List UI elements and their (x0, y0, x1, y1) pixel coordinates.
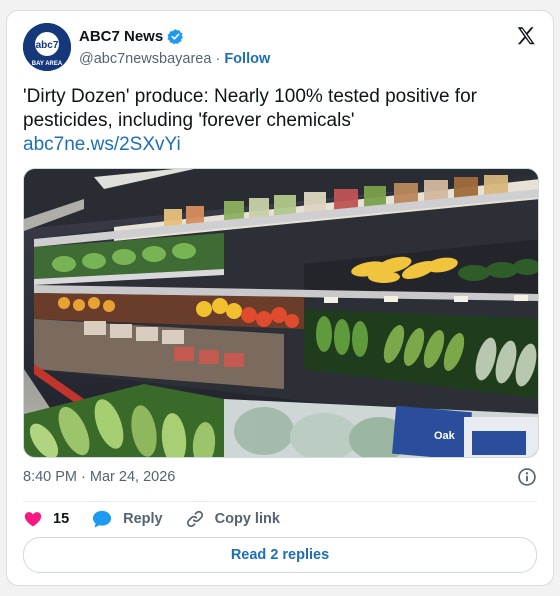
reply-button[interactable]: Reply (91, 509, 163, 529)
produce-aisle-photo: Oak (24, 169, 538, 457)
account-name-row: ABC7 News (79, 28, 184, 45)
avatar-logo-text: abc7 (36, 40, 59, 51)
like-count: 15 (53, 511, 70, 527)
tweet-text-block: 'Dirty Dozen' produce: Nearly 100% teste… (23, 85, 523, 157)
reply-label: Reply (123, 511, 163, 527)
reply-bubble-icon (93, 510, 112, 528)
avatar-bay-area-text: BAY AREA (32, 61, 63, 67)
heart-icon (24, 512, 42, 527)
read-replies-button[interactable]: Read 2 replies (23, 537, 537, 573)
x-logo-icon[interactable] (515, 25, 537, 47)
tweet-text: 'Dirty Dozen' produce: Nearly 100% teste… (23, 86, 477, 131)
read-replies-label: Read 2 replies (230, 547, 330, 563)
handle-separator: · (215, 51, 221, 67)
tweet-card: abc7 BAY AREA ABC7 News @abc7newsbayarea… (6, 10, 554, 586)
package-label: Oak (434, 430, 456, 442)
info-icon[interactable] (517, 467, 537, 487)
copy-link-label: Copy link (214, 511, 280, 527)
handle-row: @abc7newsbayarea · Follow (79, 51, 270, 67)
like-button[interactable]: 15 (23, 509, 69, 529)
divider (23, 501, 537, 502)
avatar[interactable]: abc7 BAY AREA (23, 23, 71, 71)
account-handle[interactable]: @abc7newsbayarea (79, 51, 211, 67)
tweet-media-image[interactable]: Oak (23, 168, 539, 458)
tweet-timestamp[interactable]: 8:40 PM · Mar 24, 2026 (23, 469, 175, 485)
abc7-logo: abc7 BAY AREA (23, 23, 71, 71)
tweet-link[interactable]: abc7ne.ws/2SXvYi (23, 133, 523, 157)
verified-badge-icon (167, 29, 184, 45)
action-bar: 15 Reply Copy link (23, 508, 302, 530)
account-name[interactable]: ABC7 News (79, 28, 163, 45)
copy-link-button[interactable]: Copy link (185, 509, 280, 529)
follow-button[interactable]: Follow (224, 51, 270, 67)
link-icon (186, 510, 203, 528)
